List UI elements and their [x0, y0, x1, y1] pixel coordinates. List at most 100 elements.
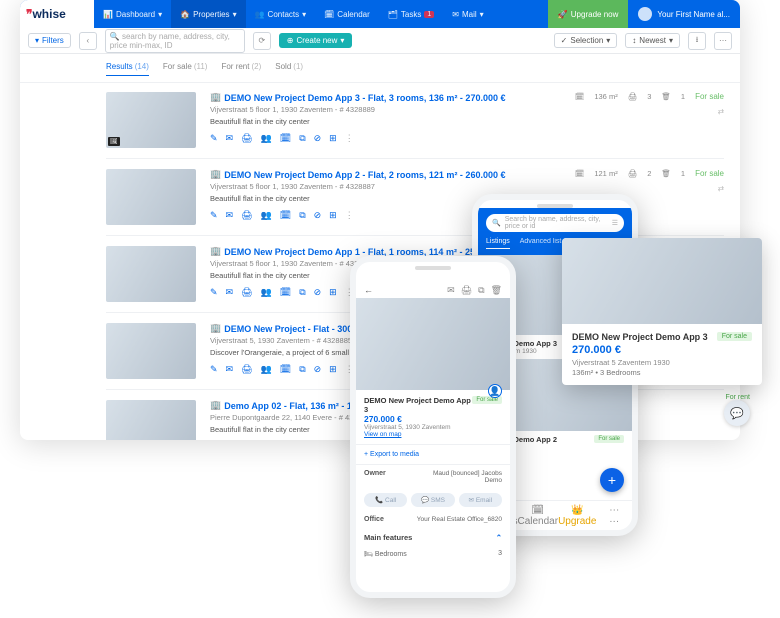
share-icon[interactable]: 👥 [261, 210, 272, 221]
preview-status-badge: For sale [717, 332, 752, 341]
nav-mail[interactable]: ✉Mail ▾ [443, 0, 492, 28]
copy-icon[interactable]: ⧉ [299, 287, 305, 298]
tab-for-sale[interactable]: For sale(11) [163, 62, 208, 76]
check-icon[interactable]: ⊘ [314, 287, 322, 298]
preview-address: Vijverstraat 5 Zaventem 1930 [572, 358, 752, 367]
kebab-icon[interactable]: ⋮ [345, 133, 354, 144]
refresh-icon[interactable]: ⟳ [253, 32, 271, 50]
brand-logo[interactable]: ❞whise [20, 0, 94, 28]
print-icon[interactable]: 🖨 [241, 287, 252, 298]
copy-icon[interactable]: ⧉ [478, 285, 484, 296]
sms-button[interactable]: 💬 SMS [411, 493, 454, 507]
phone-status-badge: For sale [594, 435, 624, 443]
copy-icon[interactable]: ⧉ [299, 210, 305, 221]
view-on-map-link[interactable]: View on map [364, 431, 502, 438]
result-tabs: Results(14) For sale(11) For rent(2) Sol… [20, 54, 740, 83]
share-icon[interactable]: 👥 [261, 364, 272, 375]
globe-icon[interactable]: ⊞ [329, 364, 337, 375]
chat-widget-icon[interactable]: 💬 [724, 400, 750, 426]
print-icon[interactable]: 🖨 [241, 133, 252, 144]
export-to-media-button[interactable]: + Export to media [356, 445, 510, 465]
listing-row[interactable]: 🖼 🏢 DEMO New Project Demo App 3 - Flat, … [106, 82, 724, 159]
copy-icon[interactable]: ⧉ [299, 133, 305, 144]
fab-add-button[interactable]: + [600, 468, 624, 492]
globe-icon[interactable]: ⊞ [329, 210, 337, 221]
phone-tab-listings[interactable]: Listings [486, 238, 510, 249]
preview-price: 270.000 € [572, 344, 752, 356]
match-icon[interactable]: ⇄ [718, 107, 724, 116]
match-icon[interactable]: ⇄ [718, 184, 724, 193]
download-icon[interactable]: ⭳ [688, 32, 706, 50]
tab-sold[interactable]: Sold(1) [275, 62, 303, 76]
search-input[interactable]: 🔍 search by name, address, city, price m… [105, 29, 245, 53]
upgrade-button[interactable]: 🚀Upgrade now [548, 0, 629, 28]
bn-upgrade[interactable]: 👑Upgrade [558, 501, 596, 530]
calendar-icon[interactable]: 🗓 [280, 133, 291, 144]
kebab-icon[interactable]: ⋮ [345, 210, 354, 221]
share-icon[interactable]: 👥 [261, 133, 272, 144]
back-icon[interactable]: ← [364, 285, 373, 295]
nav-dashboard[interactable]: 📊Dashboard ▾ [94, 0, 171, 28]
call-button[interactable]: 📞 Call [364, 493, 407, 507]
bn-more[interactable]: ⋯··· [596, 501, 632, 530]
tab-results[interactable]: Results(14) [106, 62, 149, 76]
nav-properties[interactable]: 🏠Properties ▾ [171, 0, 245, 28]
share-icon[interactable]: 👥 [261, 287, 272, 298]
phone-search-input[interactable]: 🔍 Search by name, address, city, price o… [486, 214, 624, 232]
calendar-icon[interactable]: 🗓 [280, 210, 291, 221]
delete-icon[interactable]: 🗑 [491, 285, 502, 296]
preview-card[interactable]: For sale DEMO New Project Demo App 3 270… [562, 238, 762, 385]
calendar-icon[interactable]: 🗓 [280, 287, 291, 298]
collapse-filters-icon[interactable]: ‹ [79, 32, 97, 50]
more-icon[interactable]: ⋯ [714, 32, 732, 50]
check-icon[interactable]: ⊘ [314, 364, 322, 375]
phone-detail-card: For sale DEMO New Project Demo App 3 270… [356, 390, 510, 445]
listing-title[interactable]: 🏢 DEMO New Project Demo App 2 - Flat, 2 … [210, 169, 560, 180]
phone-hero-image[interactable]: 👤 [356, 298, 510, 390]
create-new-button[interactable]: ⊕ Create new ▾ [279, 33, 353, 48]
nav-tasks[interactable]: 🗂Tasks1 [379, 0, 444, 28]
preview-meta: 136m² • 3 Bedrooms [572, 368, 752, 377]
listing-title[interactable]: 🏢 DEMO New Project Demo App 3 - Flat, 3 … [210, 92, 560, 103]
mail-icon[interactable]: ✉ [226, 133, 234, 144]
selection-button[interactable]: ✓ Selection ▾ [554, 33, 618, 48]
nav-calendar[interactable]: 🗓Calendar [315, 0, 379, 28]
edit-icon[interactable]: ✎ [210, 364, 218, 375]
calendar-icon[interactable]: 🗓 [280, 364, 291, 375]
features-header[interactable]: Main features ⌃ [356, 528, 510, 547]
edit-icon[interactable]: ✎ [210, 287, 218, 298]
print-icon[interactable]: 🖨 [241, 364, 252, 375]
filters-button[interactable]: ▾ Filters [28, 33, 71, 48]
mail-icon[interactable]: ✉ [226, 364, 234, 375]
print-icon[interactable]: 🖨 [241, 210, 252, 221]
listing-actions: ✎ ✉ 🖨 👥 🗓 ⧉ ⊘ ⊞ ⋮ [210, 133, 560, 144]
listing-description: Beautifull flat in the city center [210, 117, 560, 126]
phone-detail-price: 270.000 € [364, 414, 502, 424]
mail-icon[interactable]: ✉ [447, 285, 455, 296]
office-value: Your Real Estate Office_6820 [417, 516, 502, 523]
tab-for-rent[interactable]: For rent(2) [221, 62, 261, 76]
sort-button[interactable]: ↕ Newest ▾ [625, 33, 680, 48]
toolbar: ▾ Filters ‹ 🔍 search by name, address, c… [20, 28, 740, 54]
listing-subtitle: Vijverstraat 5 floor 1, 1930 Zaventem - … [210, 105, 560, 114]
mail-icon[interactable]: ✉ [226, 287, 234, 298]
globe-icon[interactable]: ⊞ [329, 287, 337, 298]
phone-tab-advanced[interactable]: Advanced list [520, 238, 562, 249]
nav-contacts[interactable]: 👥Contacts ▾ [246, 0, 316, 28]
bn-calendar[interactable]: 🗓Calendar [517, 501, 558, 530]
edit-icon[interactable]: ✎ [210, 133, 218, 144]
person-fab-icon[interactable]: 👤 [488, 384, 502, 398]
top-navbar: ❞whise 📊Dashboard ▾ 🏠Properties ▾ 👥Conta… [20, 0, 740, 28]
user-menu[interactable]: Your First Name al... [628, 7, 740, 21]
check-icon[interactable]: ⊘ [314, 210, 322, 221]
print-icon[interactable]: 🖨 [461, 285, 472, 296]
listing-thumbnail: 🖼 [106, 92, 196, 148]
globe-icon[interactable]: ⊞ [329, 133, 337, 144]
owner-value: Maud [bounced] Jacobs Demo [433, 470, 502, 484]
copy-icon[interactable]: ⧉ [299, 364, 305, 375]
mail-icon[interactable]: ✉ [226, 210, 234, 221]
contact-buttons: 📞 Call 💬 SMS ✉ Email [356, 489, 510, 511]
check-icon[interactable]: ⊘ [314, 133, 322, 144]
edit-icon[interactable]: ✎ [210, 210, 218, 221]
email-button[interactable]: ✉ Email [459, 493, 502, 507]
